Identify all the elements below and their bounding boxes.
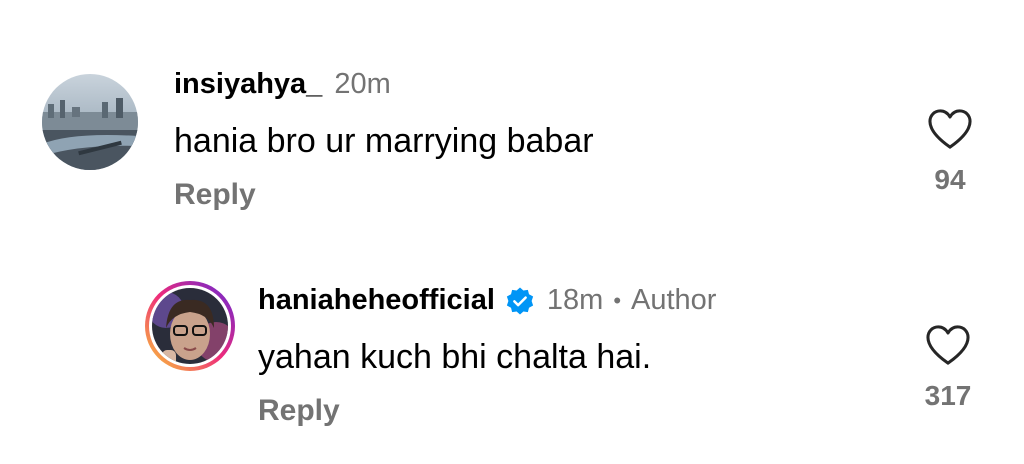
- like-count: 317: [924, 380, 972, 411]
- separator-dot: •: [613, 287, 622, 313]
- comment-header: insiyahya_ 20m: [174, 68, 391, 101]
- username[interactable]: insiyahya_: [174, 68, 322, 101]
- avatar[interactable]: [42, 74, 138, 170]
- verified-badge-icon: [506, 287, 534, 314]
- like-count: 94: [934, 164, 966, 195]
- heart-outline-icon[interactable]: [927, 108, 973, 150]
- comment-text: hania bro ur marrying babar: [174, 122, 594, 160]
- like-control: 94: [920, 108, 980, 196]
- reply-button[interactable]: Reply: [258, 394, 340, 428]
- heart-outline-icon[interactable]: [925, 324, 971, 366]
- comment-header: haniaheheofficial 18m • Author: [258, 284, 716, 317]
- comment-item: insiyahya_ 20m hania bro ur marrying bab…: [0, 0, 1024, 240]
- comment-text: yahan kuch bhi chalta hai.: [258, 338, 652, 376]
- reply-button[interactable]: Reply: [174, 178, 256, 212]
- city-skyline-avatar-icon: [42, 74, 138, 170]
- timestamp: 20m: [334, 68, 391, 100]
- like-control: 317: [918, 324, 978, 412]
- reply-comment-item: haniaheheofficial 18m • Author yahan kuc…: [0, 240, 1024, 464]
- timestamp: 18m: [546, 284, 604, 316]
- username[interactable]: haniaheheofficial: [258, 284, 495, 317]
- profile-photo-avatar-icon: [145, 281, 235, 371]
- avatar[interactable]: [144, 280, 236, 372]
- author-badge: Author: [631, 284, 717, 316]
